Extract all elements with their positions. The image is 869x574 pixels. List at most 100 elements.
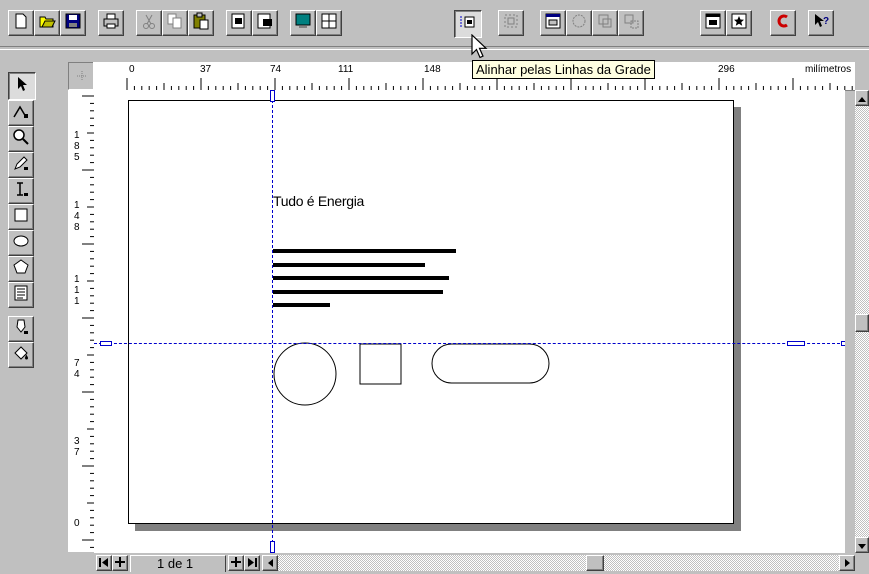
- save-icon: [64, 12, 82, 35]
- first-page-icon: [99, 554, 109, 572]
- tool-dimension[interactable]: [8, 178, 34, 204]
- import-button[interactable]: [226, 10, 252, 36]
- circle-button[interactable]: [566, 10, 592, 36]
- copy-button[interactable]: [162, 10, 188, 36]
- circle-shape[interactable]: [273, 342, 337, 406]
- page-tab[interactable]: 1 de 1: [130, 555, 226, 572]
- tool-zoom[interactable]: [8, 126, 34, 152]
- dimension-icon: [12, 180, 30, 203]
- monitor-icon: [294, 12, 312, 35]
- toolbar-separator: [0, 46, 869, 50]
- copy-icon: [166, 12, 184, 35]
- help-pointer-button[interactable]: ?: [808, 10, 834, 36]
- tool-ellipse[interactable]: [8, 230, 34, 256]
- text-line-2[interactable]: [273, 263, 425, 267]
- object-properties-button[interactable]: [540, 10, 566, 36]
- paste-button[interactable]: [188, 10, 214, 36]
- tooltip: Alinhar pelas Linhas da Grade: [472, 60, 655, 79]
- help-pointer-icon: ?: [812, 12, 830, 35]
- page[interactable]: Tudo é Energia: [128, 100, 734, 524]
- up-arrow-icon: [858, 89, 866, 107]
- ruler-label-0: 0: [129, 64, 135, 75]
- snap-to-grid-icon: [459, 13, 477, 36]
- horizontal-guideline-handle-mid[interactable]: [787, 341, 805, 346]
- vertical-scroll-thumb[interactable]: [855, 314, 869, 332]
- paint-bucket-icon: [12, 344, 30, 367]
- ruler-label-148: 148: [424, 64, 441, 75]
- ungroup-button[interactable]: [618, 10, 644, 36]
- ruler-label-111: 111: [338, 64, 354, 75]
- vertical-guideline[interactable]: [272, 90, 273, 553]
- down-arrow-icon: [858, 536, 866, 554]
- text-line-3[interactable]: [273, 276, 449, 280]
- vertical-ruler[interactable]: 1 8 5 1 4 8 1 1 1 7 4 3 7 0: [68, 90, 95, 552]
- ruler-origin-icon: [75, 69, 89, 88]
- new-button[interactable]: [8, 10, 34, 36]
- first-page-button[interactable]: [96, 555, 112, 571]
- drawing-canvas[interactable]: Tudo é Energia: [94, 90, 845, 553]
- guides-button[interactable]: [316, 10, 342, 36]
- snap-to-object-icon: [502, 12, 520, 35]
- tool-polygon[interactable]: [8, 256, 34, 282]
- add-page-before-button[interactable]: [112, 555, 128, 571]
- export-button[interactable]: [252, 10, 278, 36]
- v-ruler-label-148: 1 4 8: [74, 200, 80, 233]
- open-button[interactable]: [34, 10, 60, 36]
- page-indicator: 1 de 1: [157, 556, 194, 571]
- last-page-button[interactable]: [244, 555, 260, 571]
- ruler-corner[interactable]: [68, 62, 94, 90]
- group-button[interactable]: [592, 10, 618, 36]
- v-ruler-label-111: 1 1 1: [74, 274, 80, 307]
- add-page-after-button[interactable]: [228, 555, 244, 571]
- text-line-1[interactable]: [273, 249, 456, 253]
- scroll-up-button[interactable]: [855, 90, 869, 106]
- print-icon: [102, 12, 120, 35]
- scroll-left-button[interactable]: [262, 555, 278, 571]
- tool-outline-pen[interactable]: [8, 316, 34, 342]
- horizontal-scroll-thumb[interactable]: [586, 555, 604, 571]
- logo-c-icon: [774, 12, 792, 35]
- text-icon: [12, 284, 30, 307]
- scroll-right-button[interactable]: [839, 555, 855, 571]
- horizontal-guideline-handle-left[interactable]: [100, 341, 112, 346]
- mouse-cursor-icon: [470, 33, 488, 65]
- tool-pencil[interactable]: [8, 152, 34, 178]
- export-icon: [256, 12, 274, 35]
- rounded-rectangle-shape[interactable]: [431, 343, 550, 384]
- save-button[interactable]: [60, 10, 86, 36]
- ruler-label-37: 37: [200, 64, 212, 75]
- arrow-pointer-icon: [13, 75, 31, 98]
- tool-shape[interactable]: [8, 100, 34, 126]
- star-button[interactable]: [726, 10, 752, 36]
- horizontal-scrollbar[interactable]: [262, 555, 855, 571]
- window-icon: [704, 12, 722, 35]
- open-icon: [38, 12, 56, 35]
- window-button[interactable]: [700, 10, 726, 36]
- tool-palette: [4, 62, 38, 562]
- cut-button[interactable]: [136, 10, 162, 36]
- star-icon: [730, 12, 748, 35]
- tool-rectangle[interactable]: [8, 204, 34, 230]
- new-icon: [12, 12, 30, 35]
- v-ruler-label-0: 0: [74, 518, 80, 529]
- tool-text[interactable]: [8, 282, 34, 308]
- horizontal-guideline-handle-right[interactable]: [841, 341, 845, 346]
- snap-to-object-button[interactable]: [498, 10, 524, 36]
- scroll-down-button[interactable]: [855, 537, 869, 553]
- ellipse-icon: [12, 232, 30, 255]
- vertical-guideline-handle-top[interactable]: [270, 90, 275, 102]
- print-button[interactable]: [98, 10, 124, 36]
- tool-fill[interactable]: [8, 342, 34, 368]
- vertical-scrollbar[interactable]: [855, 90, 869, 553]
- square-shape[interactable]: [359, 343, 402, 385]
- horizontal-guideline[interactable]: [94, 343, 845, 344]
- logo-c-button[interactable]: [770, 10, 796, 36]
- text-line-5[interactable]: [273, 303, 330, 307]
- text-line-4[interactable]: [273, 290, 443, 294]
- vertical-guideline-handle-bottom[interactable]: [270, 541, 275, 553]
- monitor-button[interactable]: [290, 10, 316, 36]
- v-ruler-label-74: 7 4: [74, 358, 80, 380]
- vertical-ruler-ticks: [82, 95, 94, 548]
- tool-select[interactable]: [8, 72, 36, 100]
- v-ruler-label-37: 3 7: [74, 436, 80, 458]
